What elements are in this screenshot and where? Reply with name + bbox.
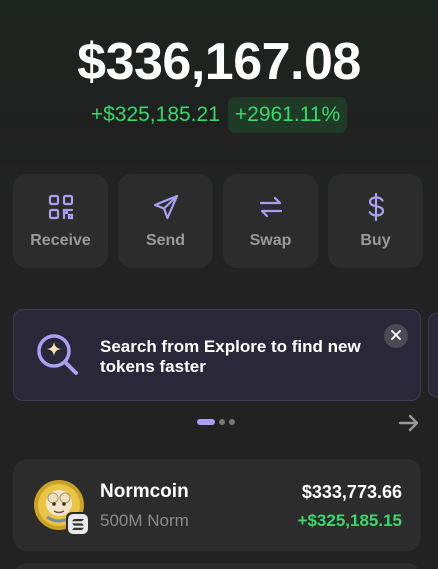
change-percent-badge: +2961.11% xyxy=(227,97,348,133)
banner-pagination xyxy=(197,419,235,425)
dollar-icon xyxy=(361,192,391,222)
change-amount: +$325,185.21 xyxy=(90,103,220,126)
buy-label: Buy xyxy=(360,232,391,249)
search-sparkle-icon xyxy=(34,331,82,379)
swap-icon xyxy=(256,192,286,222)
send-label: Send xyxy=(145,232,186,249)
solana-icon xyxy=(68,514,88,534)
next-token-row-peek[interactable] xyxy=(13,563,421,569)
pagination-dot[interactable] xyxy=(219,419,225,425)
pagination-dot[interactable] xyxy=(229,419,235,425)
arrow-right-icon[interactable] xyxy=(398,413,420,433)
token-pnl: +$325,185.15 xyxy=(297,511,402,530)
qr-code-icon xyxy=(46,192,76,222)
receive-button[interactable]: Receive xyxy=(13,174,108,268)
send-icon xyxy=(151,192,181,222)
send-button[interactable]: Send xyxy=(118,174,213,268)
token-row[interactable]: Normcoin 500M Norm $333,773.66 +$325,185… xyxy=(13,459,421,551)
banner-close-button[interactable] xyxy=(384,324,408,348)
banner-text: Search from Explore to find new tokens f… xyxy=(100,337,361,376)
pagination-dot-active[interactable] xyxy=(197,419,215,425)
next-banner-peek[interactable] xyxy=(428,313,438,397)
token-amount: 500M Norm xyxy=(100,511,189,530)
quick-actions: Receive Send Swap Buy xyxy=(13,174,423,268)
swap-button[interactable]: Swap xyxy=(223,174,318,268)
portfolio-change: +$325,185.21 +2961.11% xyxy=(0,97,438,133)
token-value: $333,773.66 xyxy=(301,482,402,502)
chain-badge xyxy=(66,512,90,536)
close-icon xyxy=(391,327,401,345)
explore-promo-banner[interactable]: Search from Explore to find new tokens f… xyxy=(13,309,421,401)
buy-button[interactable]: Buy xyxy=(328,174,423,268)
swap-label: Swap xyxy=(249,232,292,249)
portfolio-balance: $336,167.08 xyxy=(77,33,361,91)
token-name: Normcoin xyxy=(100,481,189,502)
receive-label: Receive xyxy=(30,232,91,249)
